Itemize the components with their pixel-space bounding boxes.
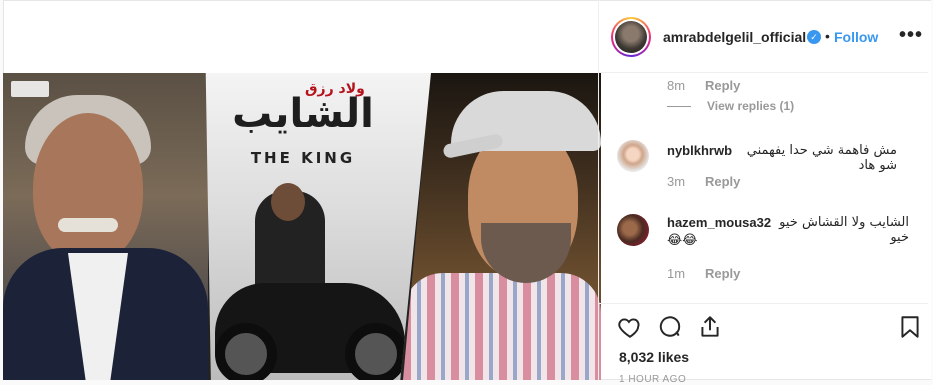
bookmark-icon[interactable] — [897, 314, 923, 340]
post-header: amrabdelgelil_official ✓ • Follow ••• — [598, 0, 928, 73]
commenter-username[interactable]: hazem_mousa32 — [667, 215, 771, 230]
more-options-icon[interactable]: ••• — [899, 24, 923, 47]
share-icon[interactable] — [697, 314, 723, 340]
poster-rear-wheel — [345, 323, 407, 380]
follow-button[interactable]: Follow — [834, 29, 878, 45]
avatar-image — [615, 21, 647, 53]
commenter-username[interactable]: nyblkhrwb — [667, 143, 732, 158]
comments-section: 8m Reply View replies (1) nyblkhrwb مش ف… — [598, 73, 928, 303]
poster-title: الشايب — [232, 91, 374, 137]
reply-button[interactable]: Reply — [705, 78, 740, 93]
poster-tagline: THE KING — [250, 149, 356, 167]
comment-text: مش فاهمة شي حدا يفهمني شو هاد — [746, 143, 897, 173]
header-separator: • — [825, 28, 830, 44]
reply-button[interactable]: Reply — [705, 266, 740, 281]
comment-text: الشايب ولا القشاش خيو خيو — [779, 215, 909, 245]
poster-front-wheel — [215, 323, 277, 380]
comment-emoji: 😂😂 — [667, 233, 698, 248]
poster-rider-head — [271, 183, 305, 221]
profile-avatar[interactable] — [611, 17, 651, 57]
image-panel-center: ولاد رزق الشايب THE KING — [205, 73, 431, 380]
comment-time: 1m — [667, 266, 686, 281]
left-person-face — [33, 113, 143, 263]
comment-icon[interactable] — [657, 314, 683, 340]
verified-check-icon: ✓ — [807, 30, 821, 44]
heart-icon[interactable] — [617, 314, 643, 340]
commenter-avatar[interactable] — [617, 214, 649, 246]
likes-count[interactable]: 8,032 likes — [619, 349, 689, 365]
media-top-space — [4, 1, 602, 74]
avatar-border — [613, 19, 649, 55]
commenter-avatar[interactable] — [617, 140, 649, 172]
channel-logo — [11, 81, 49, 97]
left-person-mustache — [58, 218, 118, 232]
reply-button[interactable]: Reply — [705, 174, 740, 189]
right-person-shirt — [403, 273, 601, 380]
comment-time: 3m — [667, 174, 686, 189]
image-panel-left — [3, 73, 208, 380]
profile-username[interactable]: amrabdelgelil_official — [663, 29, 806, 45]
view-replies-button[interactable]: View replies (1) — [707, 99, 794, 113]
image-panel-right — [403, 73, 601, 380]
replies-divider — [667, 106, 691, 107]
post-actions: 8,032 likes 1 HOUR AGO — [598, 303, 928, 385]
comment-time: 8m — [667, 78, 686, 93]
